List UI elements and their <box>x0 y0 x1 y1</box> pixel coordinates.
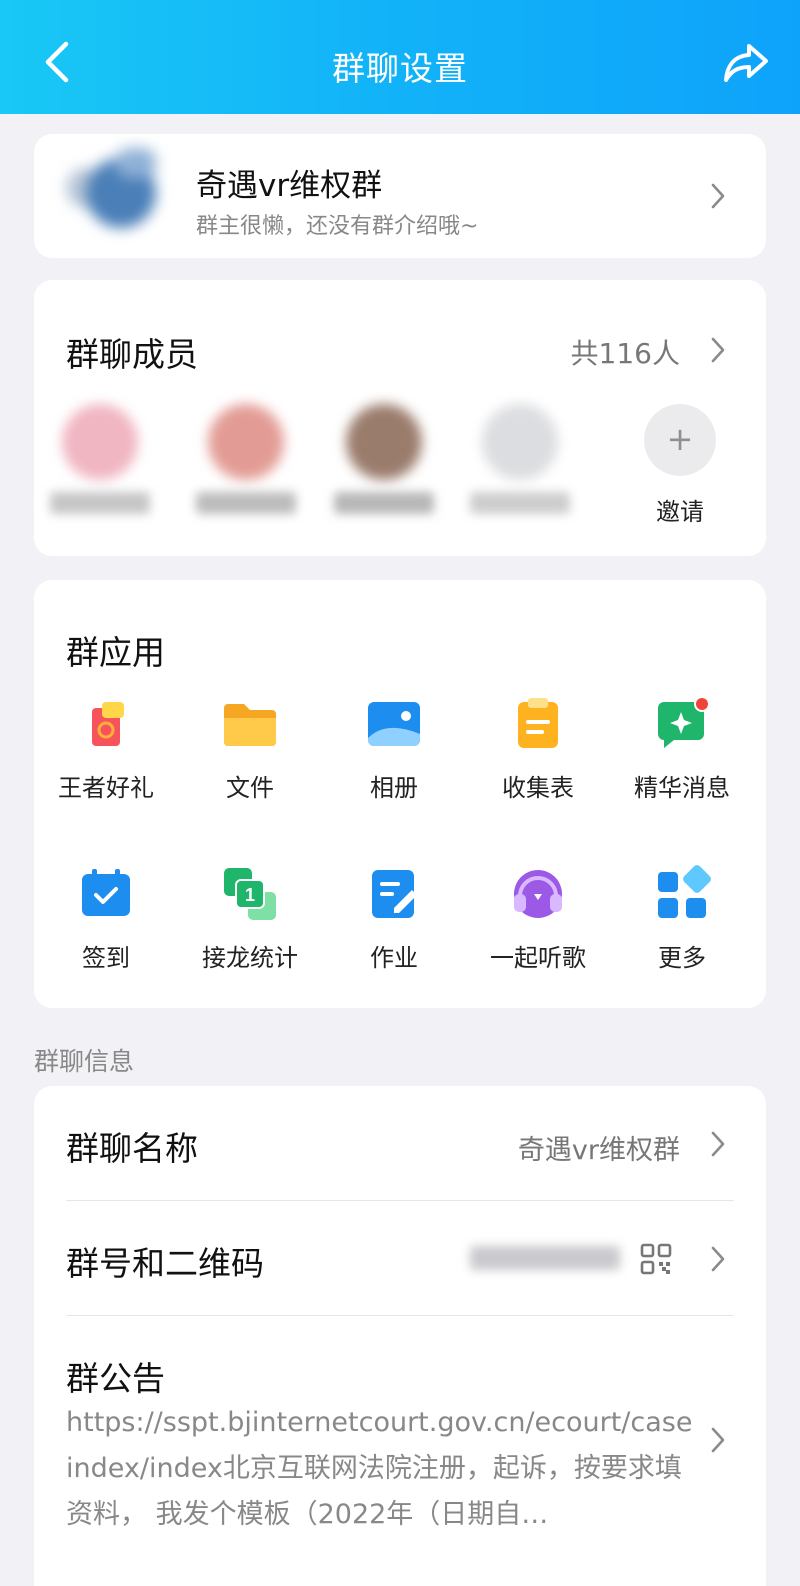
chevron-right-icon <box>711 1427 725 1453</box>
more-grid-icon <box>658 865 711 918</box>
app-header: 群聊设置 <box>0 0 800 114</box>
app-label: 更多 <box>658 944 706 972</box>
plus-icon: + <box>644 404 716 476</box>
app-listen-together[interactable]: 一起听歌 <box>466 864 610 974</box>
app-more[interactable]: 更多 <box>610 864 754 974</box>
group-apps-card: 群应用 王者好礼 文件 相册 收集表 精华消息 签到 1 接龙统计 作业 一起听… <box>34 580 766 1008</box>
avatar <box>482 404 558 480</box>
member-name-blurred <box>196 492 296 514</box>
chevron-right-icon[interactable] <box>710 336 726 364</box>
svg-text:1: 1 <box>245 885 255 905</box>
invite-button[interactable]: + 邀请 <box>630 404 730 526</box>
avatar <box>346 404 422 480</box>
app-label: 一起听歌 <box>490 944 586 972</box>
qrcode-icon <box>640 1243 672 1275</box>
group-avatar <box>66 148 176 248</box>
chevron-right-icon <box>711 1246 725 1272</box>
member-name-blurred <box>50 492 150 514</box>
album-icon <box>368 702 420 746</box>
homework-icon <box>372 870 417 918</box>
group-name-value: 奇遇vr维权群 <box>517 1135 680 1166</box>
group-notice-text: https://sspt.bjinternetcourt.gov.cn/ecou… <box>66 1407 693 1530</box>
invite-label: 邀请 <box>656 498 704 526</box>
app-label: 收集表 <box>502 774 574 802</box>
app-label: 相册 <box>370 774 418 802</box>
app-label: 精华消息 <box>634 774 730 802</box>
app-label: 作业 <box>370 944 418 972</box>
clipboard-icon <box>518 698 558 748</box>
app-label: 文件 <box>226 774 274 802</box>
app-homework[interactable]: 作业 <box>322 864 466 974</box>
app-collection-form[interactable]: 收集表 <box>466 694 610 804</box>
members-label: 群聊成员 <box>66 335 198 374</box>
page-title: 群聊设置 <box>332 49 468 88</box>
member-avatar-item[interactable] <box>460 404 580 524</box>
group-number-blurred <box>470 1246 620 1270</box>
gift-icon <box>92 702 124 746</box>
chevron-right-icon <box>711 183 725 209</box>
members-count[interactable]: 共116人 <box>571 332 680 372</box>
member-avatar-item[interactable] <box>186 404 306 524</box>
chain-count-icon: 1 <box>224 868 276 920</box>
app-label: 签到 <box>82 944 130 972</box>
folder-icon <box>224 704 276 746</box>
calendar-check-icon <box>82 869 130 916</box>
avatar <box>208 404 284 480</box>
member-avatar-item[interactable] <box>324 404 444 524</box>
group-number-qrcode-row[interactable]: 群号和二维码 <box>34 1201 766 1315</box>
app-checkin[interactable]: 签到 <box>34 864 178 974</box>
app-essence-messages[interactable]: 精华消息 <box>610 694 754 804</box>
app-files[interactable]: 文件 <box>178 694 322 804</box>
avatar <box>62 404 138 480</box>
chevron-right-icon <box>711 1131 725 1157</box>
app-label: 接龙统计 <box>202 944 298 972</box>
group-info-card: 群聊名称 奇遇vr维权群 群号和二维码 群公告 https://sspt.bji… <box>34 1086 766 1586</box>
group-info-section-label: 群聊信息 <box>34 1047 135 1076</box>
app-chain-stats[interactable]: 1 接龙统计 <box>178 864 322 974</box>
group-profile-card[interactable]: 奇遇vr维权群 群主很懒，还没有群介绍哦~ <box>34 134 766 258</box>
group-name: 奇遇vr维权群 <box>196 168 383 204</box>
members-card: 群聊成员 共116人 + 邀请 <box>34 280 766 556</box>
app-gift[interactable]: 王者好礼 <box>34 694 178 804</box>
member-name-blurred <box>334 492 434 514</box>
group-notice-label: 群公告 <box>66 1359 165 1398</box>
sparkle-message-icon <box>658 696 710 748</box>
group-name-label: 群聊名称 <box>66 1129 198 1168</box>
headphone-music-icon <box>514 870 562 918</box>
group-apps-label: 群应用 <box>66 633 165 672</box>
group-number-qrcode-label: 群号和二维码 <box>66 1244 264 1283</box>
app-label: 王者好礼 <box>58 774 154 802</box>
group-description: 群主很懒，还没有群介绍哦~ <box>196 214 479 239</box>
member-name-blurred <box>470 492 570 514</box>
app-album[interactable]: 相册 <box>322 694 466 804</box>
share-icon[interactable] <box>722 40 770 86</box>
group-name-row[interactable]: 群聊名称 奇遇vr维权群 <box>34 1086 766 1200</box>
member-avatar-item[interactable] <box>40 404 160 524</box>
